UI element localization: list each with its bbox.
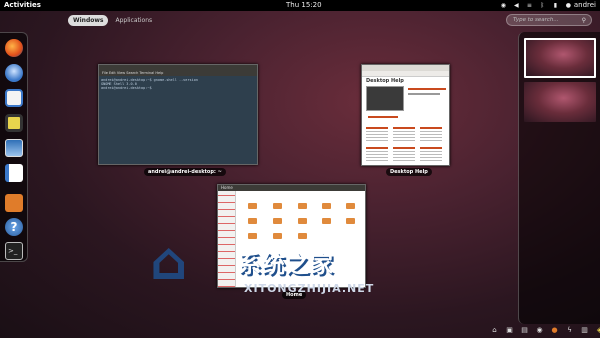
clock[interactable]: Thu 15:20 [286, 1, 322, 9]
folder-icon [273, 233, 282, 239]
folder-icon [298, 218, 307, 224]
help-topic [420, 127, 442, 143]
top-panel: Activities Thu 15:20 ◉ ◀ ≡ ᛒ ▮ ● andrei [0, 0, 600, 11]
help-link [368, 116, 398, 118]
software-center-icon[interactable] [5, 194, 23, 212]
rhythmbox-icon[interactable] [5, 114, 23, 132]
folder-icon [273, 203, 282, 209]
tab-applications[interactable]: Applications [110, 15, 157, 26]
user-name: andrei [573, 1, 596, 9]
help-window[interactable]: Desktop Help [361, 64, 450, 166]
view-selector: Windows Applications [68, 15, 157, 26]
help-icon[interactable]: ? [5, 218, 23, 236]
folder-icon [298, 233, 307, 239]
status-tray-icon[interactable]: ◉ [535, 326, 544, 335]
folder-icon [346, 203, 355, 209]
user-status-icon: ● [565, 1, 571, 9]
tab-windows[interactable]: Windows [68, 15, 109, 26]
status-area: ◉ ◀ ≡ ᛒ ▮ ● andrei [500, 1, 596, 9]
network-icon[interactable]: ≡ [526, 2, 533, 9]
help-topic [393, 127, 415, 143]
files-sidebar [218, 191, 236, 287]
folder-icon [248, 233, 257, 239]
network-tray-icon[interactable]: ⌂ [490, 326, 499, 335]
watermark-logo-icon: ⌂ [150, 232, 188, 292]
files-titlebar: Home [218, 185, 365, 191]
accessibility-icon[interactable]: ◉ [500, 2, 507, 9]
workspace-thumbnail-2[interactable] [524, 82, 596, 122]
terminal-line: andrei@andrei-desktop:~$ [101, 86, 152, 90]
power-tray-icon[interactable]: ϟ [565, 326, 574, 335]
help-caption: Desktop Help [386, 168, 432, 176]
folder-icon [298, 203, 307, 209]
folder-icon [273, 218, 282, 224]
empathy-icon[interactable] [5, 89, 23, 107]
help-toolbar [362, 71, 449, 77]
help-heading: Desktop Help [366, 78, 404, 84]
volume-icon[interactable]: ◀ [513, 2, 520, 9]
battery-icon[interactable]: ▮ [552, 2, 559, 9]
watermark-text: 系统之家 [238, 251, 334, 278]
user-menu[interactable]: ● andrei [565, 1, 596, 9]
search-placeholder: Type to search... [513, 17, 559, 23]
writer-icon[interactable] [5, 164, 23, 182]
watermark-url: XITONGZHIJIA.NET [244, 282, 375, 295]
folder-icon [248, 218, 257, 224]
clipboard-tray-icon[interactable]: ▤ [520, 326, 529, 335]
message-tray: ⌂ ▣ ▤ ◉ ● ϟ ▥ ◈ [490, 326, 600, 335]
help-topic [366, 127, 388, 143]
empathy-tray-icon[interactable]: ▥ [580, 326, 589, 335]
terminal-icon[interactable]: >_ [5, 242, 23, 260]
search-icon: ⚲ [581, 17, 586, 24]
folder-icon [322, 218, 331, 224]
workspace-thumbnail-1[interactable] [524, 38, 596, 78]
help-text-block [408, 93, 440, 95]
activities-button[interactable]: Activities [4, 1, 41, 9]
ubuntu-one-tray-icon[interactable]: ● [550, 326, 559, 335]
folder-icon [322, 203, 331, 209]
help-text-block [408, 88, 446, 90]
shotwell-icon[interactable] [5, 139, 23, 157]
help-topic [420, 147, 442, 161]
terminal-caption: andrei@andrei-desktop: ~ [144, 168, 226, 176]
help-screenshot [366, 86, 404, 111]
window-tray-icon[interactable]: ▣ [505, 326, 514, 335]
update-tray-icon[interactable]: ◈ [595, 326, 600, 335]
search-input[interactable]: Type to search... ⚲ [506, 14, 592, 26]
folder-icon [346, 218, 355, 224]
help-topic [366, 147, 388, 161]
help-topic [393, 147, 415, 161]
bluetooth-icon[interactable]: ᛒ [539, 2, 546, 9]
thunderbird-icon[interactable] [5, 64, 23, 82]
firefox-icon[interactable] [5, 39, 23, 57]
terminal-window[interactable]: File Edit View Search Terminal Help andr… [98, 64, 258, 165]
dash: ? >_ [0, 32, 28, 262]
folder-icon [248, 203, 257, 209]
terminal-content: andrei@andrei-desktop:~$ gnome-shell --v… [99, 76, 257, 164]
workspace-switcher [518, 32, 600, 324]
